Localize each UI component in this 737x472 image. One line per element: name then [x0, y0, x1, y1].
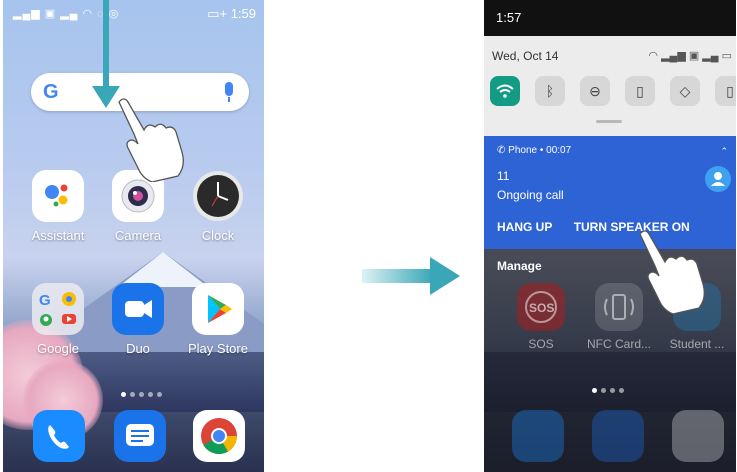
clock-icon	[192, 170, 244, 222]
app-label: Assistant	[31, 228, 85, 243]
wifi-icon[interactable]	[490, 76, 520, 106]
app-assistant[interactable]: Assistant	[20, 170, 96, 243]
sos-icon: SOS	[517, 283, 565, 331]
page-dot	[139, 392, 144, 397]
chrome-icon[interactable]	[193, 410, 245, 462]
transition-arrow-head	[430, 257, 460, 295]
page-dot	[601, 388, 606, 393]
google-logo-icon: G	[43, 81, 59, 103]
chevron-up-icon[interactable]: ⌃	[720, 146, 728, 157]
home-screen-phone: ▂▄▆ ▣ ▂▄ ◠ ◌ ◎ ▭+ 1:59 G Assistant Camer…	[3, 0, 264, 472]
manage-label[interactable]: Manage	[497, 259, 542, 273]
microphone-icon[interactable]	[225, 82, 233, 102]
page-dot	[157, 392, 162, 397]
shade-drag-handle[interactable]	[596, 120, 622, 123]
auto-rotate-icon[interactable]: ◇	[670, 76, 700, 106]
page-indicator	[119, 384, 164, 402]
app-clock[interactable]: Clock	[180, 170, 256, 243]
page-dot	[121, 392, 126, 397]
notification-title: 11	[497, 169, 510, 183]
notification-shade-phone: 1:57 Wed, Oct 14 ◠ ▂▄▆ ▣ ▂▄ ▭ ᛒ ⊖ ▯ ◇ ▯ …	[484, 0, 736, 472]
app-label: Student ...	[669, 337, 725, 351]
app-sos[interactable]: SOS SOS	[506, 283, 576, 351]
app-play-store[interactable]: Play Store	[180, 283, 256, 356]
google-folder-icon: G	[32, 283, 84, 335]
battery-saver-icon[interactable]: ▯	[715, 76, 736, 106]
status-bar: 1:57	[484, 0, 736, 36]
svg-text:SOS: SOS	[529, 301, 554, 315]
app-label: Clock	[201, 228, 235, 243]
page-indicator	[590, 380, 626, 398]
swipe-down-arrow	[103, 0, 109, 88]
status-bar: ▂▄▆ ▣ ▂▄ ◠ ◌ ◎ ▭+ 1:59	[3, 0, 264, 26]
duo-icon	[112, 283, 164, 335]
page-dot	[148, 392, 153, 397]
status-time: 1:57	[496, 10, 522, 25]
notification-app-header: ✆ Phone • 00:07	[497, 145, 571, 156]
svg-text:G: G	[39, 292, 51, 309]
phone-icon[interactable]	[33, 410, 85, 462]
hang-up-button[interactable]: HANG UP	[497, 220, 552, 234]
contact-avatar	[705, 166, 731, 192]
app-label: NFC Card...	[586, 337, 651, 351]
system-status-icons: ◠ ▂▄▆ ▣ ▂▄ ▭	[648, 50, 732, 62]
status-time: 1:59	[230, 6, 256, 21]
date-label: Wed, Oct 14	[492, 49, 559, 63]
flashlight-icon[interactable]: ▯	[625, 76, 655, 106]
page-dot	[619, 388, 624, 393]
app-label: SOS	[528, 337, 554, 351]
transition-arrow	[362, 269, 432, 283]
phone-call-icon: ✆	[497, 145, 506, 156]
do-not-disturb-icon[interactable]: ⊖	[580, 76, 610, 106]
messages-icon[interactable]	[114, 410, 166, 462]
play-store-icon	[192, 283, 244, 335]
bluetooth-icon[interactable]: ᛒ	[535, 76, 565, 106]
phone-icon[interactable]	[512, 410, 564, 462]
pointing-hand-icon	[118, 98, 184, 182]
app-label: Google	[37, 341, 79, 356]
page-dot	[610, 388, 615, 393]
app-label: Camera	[114, 228, 162, 243]
app-duo[interactable]: Duo	[100, 283, 176, 356]
app-google-folder[interactable]: G Google	[20, 283, 96, 356]
app-label: Duo	[126, 341, 150, 356]
battery-icon: ▭+	[207, 6, 228, 21]
pointing-hand-icon	[639, 230, 705, 314]
status-clock: ▭+ 1:59	[207, 6, 256, 22]
quick-settings-panel: Wed, Oct 14 ◠ ▂▄▆ ▣ ▂▄ ▭ ᛒ ⊖ ▯ ◇ ▯	[484, 36, 736, 136]
notification-app-name: Phone • 00:07	[508, 145, 572, 156]
messages-icon[interactable]	[592, 410, 644, 462]
google-assistant-icon	[32, 170, 84, 222]
page-dot	[130, 392, 135, 397]
app-label: Play Store	[188, 341, 248, 356]
chrome-icon[interactable]	[672, 410, 724, 462]
wallpaper-mountain-snow	[118, 252, 208, 287]
page-dot	[592, 388, 597, 393]
notification-text: Ongoing call	[497, 188, 564, 202]
